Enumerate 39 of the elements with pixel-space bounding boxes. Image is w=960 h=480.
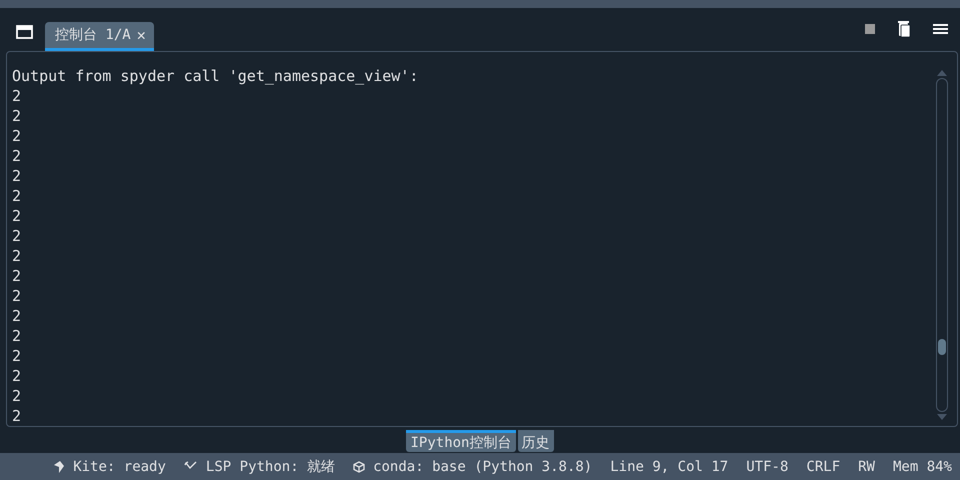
kite-icon xyxy=(53,460,66,472)
console-output-line: 2 xyxy=(12,286,22,306)
window-icon[interactable] xyxy=(16,25,33,39)
console-tab[interactable]: 控制台 1/A ✕ xyxy=(45,22,154,51)
console-output-line: 2 xyxy=(12,106,22,126)
status-text: Mem 84% xyxy=(892,458,952,474)
console-output-line: 2 xyxy=(12,206,22,226)
status-text: Kite: ready xyxy=(73,458,166,474)
scrollbar-thumb[interactable] xyxy=(938,339,946,355)
console-output-line: 2 xyxy=(12,366,22,386)
status-text: UTF-8 xyxy=(746,458,788,474)
console-output-line: 2 xyxy=(12,266,22,286)
scrollbar-track[interactable] xyxy=(936,78,948,412)
console-output-line: 2 xyxy=(12,326,22,346)
console-output-line: Output from spyder call 'get_namespace_view': xyxy=(12,66,420,86)
status-text: conda: base (Python 3.8.8) xyxy=(373,458,592,474)
status-text: LSP Python: 就绪 xyxy=(206,458,336,476)
console-output-line: 2 xyxy=(12,386,22,406)
status-text: CRLF xyxy=(806,458,840,474)
trash-icon[interactable] xyxy=(897,20,911,38)
menu-icon[interactable] xyxy=(933,23,948,35)
pane-tab[interactable]: IPython控制台 xyxy=(406,430,516,452)
console-output-line: 2 xyxy=(12,406,22,426)
console-output-line: 2 xyxy=(12,346,22,366)
cube-icon xyxy=(353,460,366,472)
console-output-line: 2 xyxy=(12,186,22,206)
status-text: Line 9, Col 17 xyxy=(610,458,728,474)
scroll-up-icon[interactable] xyxy=(937,70,947,76)
status-text: RW xyxy=(858,458,875,474)
console-output-line: 2 xyxy=(12,126,22,146)
scroll-down-icon[interactable] xyxy=(937,414,947,420)
close-icon[interactable]: ✕ xyxy=(136,26,146,44)
console-output-line: 2 xyxy=(12,226,22,246)
console-output-line: 2 xyxy=(12,306,22,326)
console-output-line: 2 xyxy=(12,86,22,106)
console-output-line: 2 xyxy=(12,166,22,186)
console-output-line: 2 xyxy=(12,146,22,166)
pane-tab[interactable]: 历史 xyxy=(518,430,554,452)
console-output-line: 2 xyxy=(12,246,22,266)
